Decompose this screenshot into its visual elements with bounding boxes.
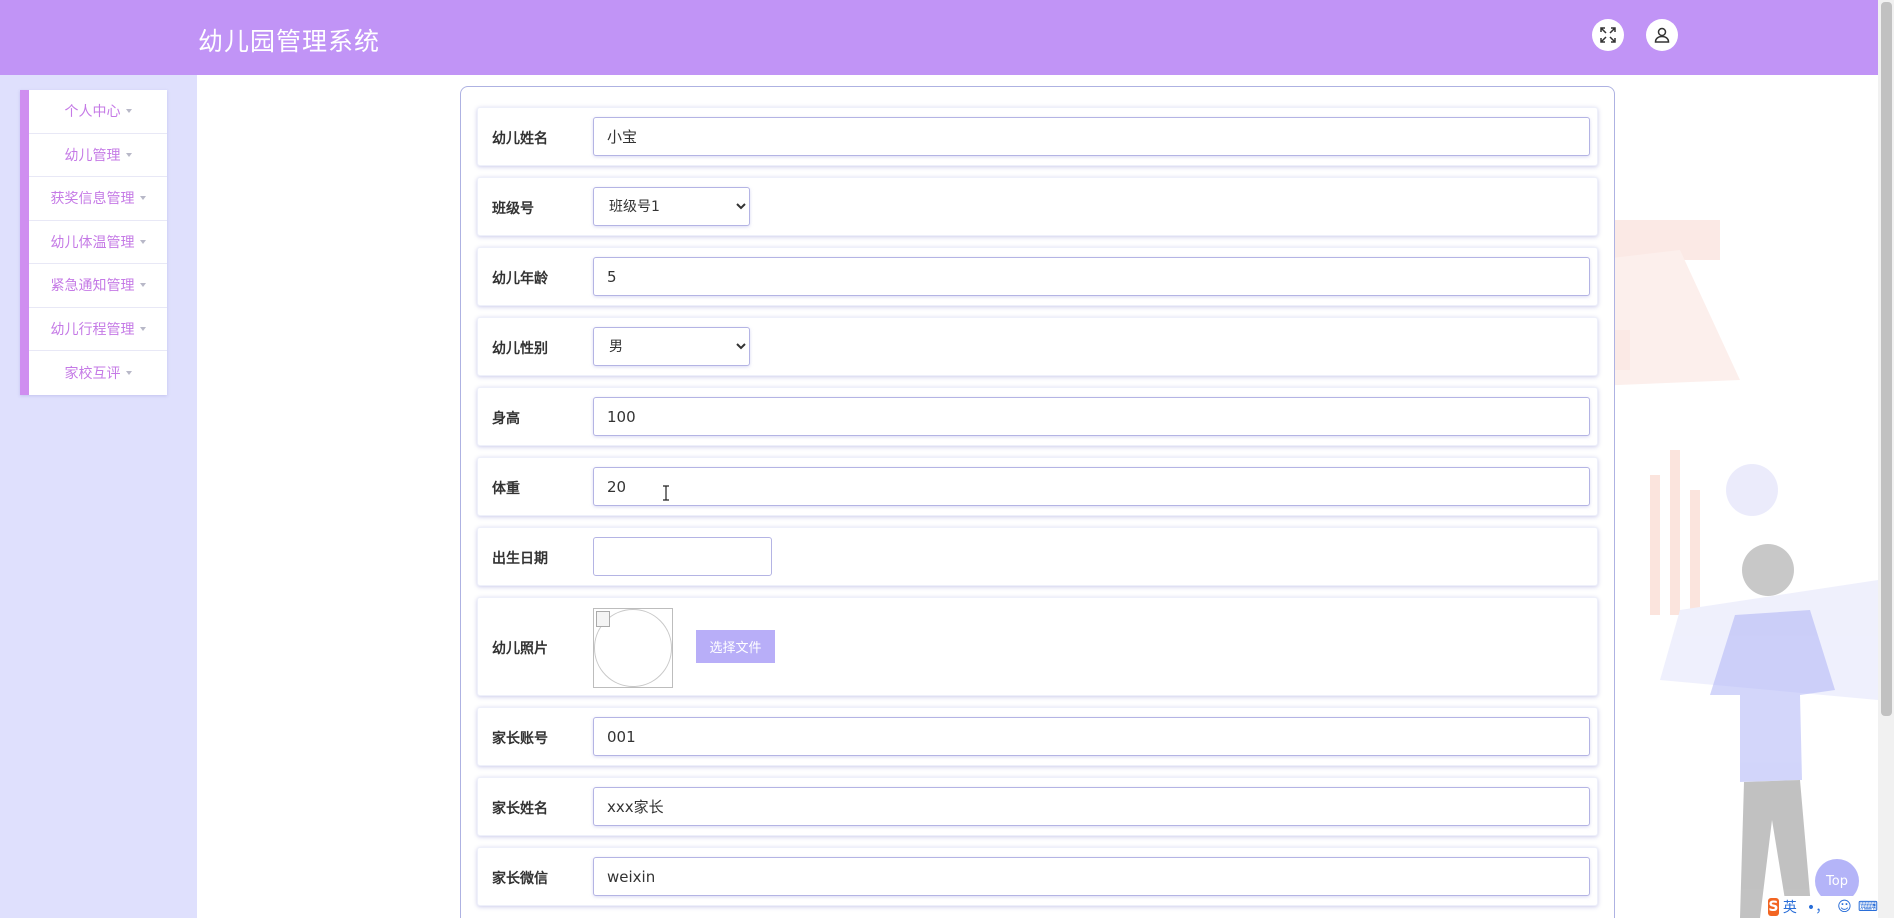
gender-label: 幼儿性别 [492, 341, 548, 357]
class-select[interactable]: 班级号1 [593, 187, 750, 226]
sidebar-item-personal-center[interactable]: 个人中心 [29, 90, 167, 134]
child-name-label: 幼儿姓名 [492, 131, 548, 147]
sidebar-item-award-management[interactable]: 获奖信息管理 [29, 177, 167, 221]
ime-language[interactable]: 英 [1783, 897, 1797, 917]
caret-down-icon [139, 283, 146, 288]
user-icon [1654, 27, 1670, 43]
birthday-input[interactable] [593, 537, 772, 576]
parent-name-label: 家长姓名 [492, 801, 548, 817]
sidebar-item-emergency-notice[interactable]: 紧急通知管理 [29, 264, 167, 308]
sidebar-menu: 个人中心 幼儿管理 获奖信息管理 幼儿体温管理 紧急通知管理 幼儿行程管理 家校… [20, 90, 167, 395]
parent-account-label: 家长账号 [492, 731, 548, 747]
sidebar-item-label: 幼儿管理 [64, 147, 121, 164]
age-label: 幼儿年龄 [492, 271, 548, 287]
form-row-gender: 幼儿性别 男 [477, 317, 1598, 376]
form-row-parent-account: 家长账号 [477, 707, 1598, 766]
form-row-child-name: 幼儿姓名 [477, 107, 1598, 166]
parent-wechat-input[interactable] [593, 857, 1590, 896]
height-input[interactable] [593, 397, 1590, 436]
caret-down-icon [139, 239, 146, 244]
fullscreen-button[interactable] [1592, 19, 1624, 51]
caret-down-icon [125, 370, 132, 375]
sidebar-item-label: 获奖信息管理 [50, 191, 135, 208]
form-row-height: 身高 [477, 387, 1598, 446]
keyboard-icon[interactable]: ⌨ [1858, 899, 1878, 915]
caret-down-icon [139, 326, 146, 331]
age-input[interactable] [593, 257, 1590, 296]
form-row-photo: 幼儿照片 选择文件 [477, 597, 1598, 696]
sidebar-item-temperature-management[interactable]: 幼儿体温管理 [29, 221, 167, 264]
sidebar-item-itinerary-management[interactable]: 幼儿行程管理 [29, 308, 167, 351]
weight-input[interactable] [593, 467, 1590, 506]
gender-select[interactable]: 男 [593, 327, 750, 366]
text-cursor-icon [663, 485, 669, 501]
sidebar-item-label: 家校互评 [64, 365, 121, 382]
parent-account-input[interactable] [593, 717, 1590, 756]
caret-down-icon [125, 109, 132, 114]
user-menu-button[interactable] [1646, 19, 1678, 51]
form-row-birthday: 出生日期 [477, 527, 1598, 586]
photo-label: 幼儿照片 [492, 641, 548, 657]
form-row-class: 班级号 班级号1 [477, 177, 1598, 236]
ime-logo: S [1768, 898, 1779, 916]
caret-down-icon [139, 196, 146, 201]
photo-preview [593, 608, 673, 688]
child-name-input[interactable] [593, 117, 1590, 156]
parent-wechat-label: 家长微信 [492, 871, 548, 887]
parent-name-input[interactable] [593, 787, 1590, 826]
sidebar-item-label: 个人中心 [64, 104, 121, 121]
sidebar-item-label: 幼儿行程管理 [50, 321, 135, 338]
ime-symbols[interactable]: •， [1807, 897, 1829, 917]
form-row-age: 幼儿年龄 [477, 247, 1598, 306]
broken-image-icon [596, 611, 610, 627]
form-row-parent-wechat: 家长微信 [477, 847, 1598, 906]
caret-down-icon [125, 152, 132, 157]
app-title: 幼儿园管理系统 [198, 27, 381, 56]
form-row-parent-name: 家长姓名 [477, 777, 1598, 836]
top-header: 幼儿园管理系统 [0, 0, 1878, 75]
choose-file-button[interactable]: 选择文件 [696, 630, 775, 663]
fullscreen-icon [1600, 27, 1616, 43]
ime-tray: S 英 •， ☺ ⌨ [1765, 896, 1878, 918]
sidebar-item-home-school-review[interactable]: 家校互评 [29, 351, 167, 395]
sidebar-item-label: 幼儿体温管理 [50, 234, 135, 251]
form-row-weight: 体重 [477, 457, 1598, 516]
page-scrollbar-thumb[interactable] [1881, 2, 1892, 716]
sidebar-item-label: 紧急通知管理 [50, 278, 135, 295]
height-label: 身高 [492, 411, 520, 427]
emoji-icon[interactable]: ☺ [1837, 899, 1852, 915]
weight-label: 体重 [492, 481, 520, 497]
class-label: 班级号 [492, 201, 534, 217]
birthday-label: 出生日期 [492, 551, 548, 567]
sidebar-item-child-management[interactable]: 幼儿管理 [29, 134, 167, 177]
